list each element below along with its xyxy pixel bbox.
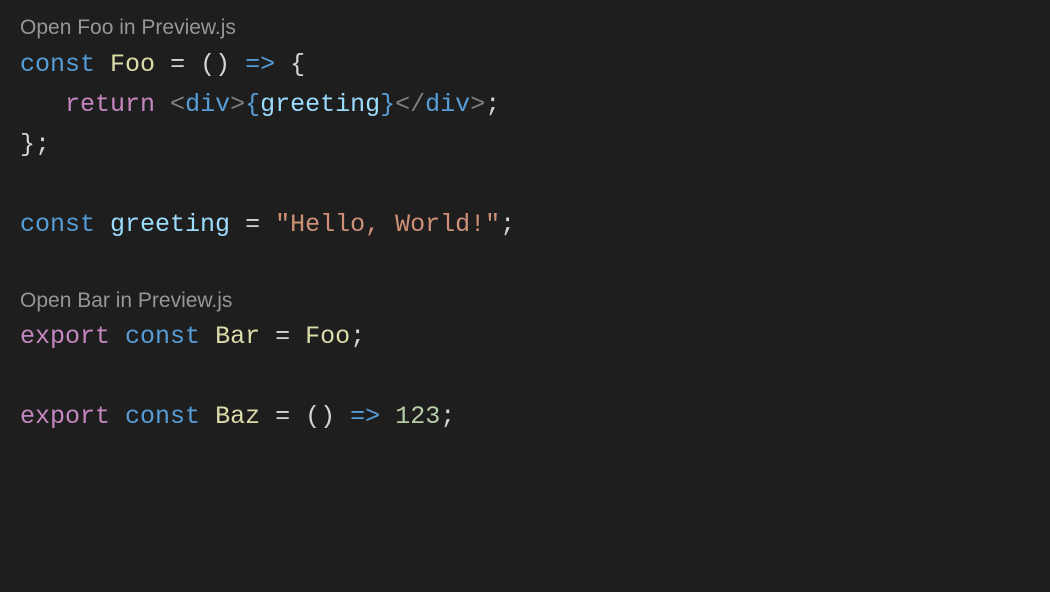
var-greeting-decl: greeting bbox=[110, 210, 230, 239]
blank-line bbox=[20, 245, 1030, 285]
parens: () bbox=[305, 402, 335, 431]
component-name-bar: Bar bbox=[215, 322, 260, 351]
indent bbox=[20, 90, 65, 119]
tag-close-lt: </ bbox=[395, 90, 425, 119]
codelens-open-bar[interactable]: Open Bar in Preview.js bbox=[20, 285, 1030, 318]
code-line-3[interactable]: }; bbox=[20, 125, 1030, 165]
semicolon: ; bbox=[485, 90, 500, 119]
space bbox=[110, 322, 125, 351]
tag-name-div: div bbox=[185, 90, 230, 119]
semicolon: ; bbox=[500, 210, 515, 239]
string-literal: "Hello, World!" bbox=[275, 210, 500, 239]
semicolon: ; bbox=[440, 402, 455, 431]
equals: = bbox=[170, 50, 185, 79]
space bbox=[260, 210, 275, 239]
space bbox=[230, 50, 245, 79]
keyword-export: export bbox=[20, 322, 110, 351]
component-name-baz: Baz bbox=[215, 402, 260, 431]
keyword-const: const bbox=[20, 50, 95, 79]
space bbox=[200, 402, 215, 431]
keyword-const: const bbox=[125, 402, 200, 431]
semicolon: ; bbox=[350, 322, 365, 351]
tag-open-gt: > bbox=[230, 90, 245, 119]
space bbox=[95, 210, 110, 239]
space bbox=[380, 402, 395, 431]
keyword-return: return bbox=[65, 90, 155, 119]
space bbox=[110, 402, 125, 431]
blank-line bbox=[20, 165, 1030, 205]
parens: () bbox=[200, 50, 230, 79]
number-literal: 123 bbox=[395, 402, 440, 431]
space bbox=[275, 50, 290, 79]
space bbox=[200, 322, 215, 351]
blank-line bbox=[20, 357, 1030, 397]
space bbox=[335, 402, 350, 431]
keyword-const: const bbox=[20, 210, 95, 239]
code-line-4[interactable]: const greeting = "Hello, World!"; bbox=[20, 205, 1030, 245]
tag-name-div: div bbox=[425, 90, 470, 119]
space bbox=[155, 90, 170, 119]
space bbox=[185, 50, 200, 79]
equals: = bbox=[275, 402, 290, 431]
space bbox=[95, 50, 110, 79]
keyword-const: const bbox=[125, 322, 200, 351]
space bbox=[290, 322, 305, 351]
equals: = bbox=[245, 210, 260, 239]
space bbox=[230, 210, 245, 239]
semicolon: ; bbox=[35, 130, 50, 159]
space bbox=[290, 402, 305, 431]
space bbox=[260, 402, 275, 431]
space bbox=[155, 50, 170, 79]
code-line-5[interactable]: export const Bar = Foo; bbox=[20, 317, 1030, 357]
brace-open: { bbox=[290, 50, 305, 79]
space bbox=[260, 322, 275, 351]
equals: = bbox=[275, 322, 290, 351]
codelens-open-foo[interactable]: Open Foo in Preview.js bbox=[20, 12, 1030, 45]
code-line-1[interactable]: const Foo = () => { bbox=[20, 45, 1030, 85]
brace-close: } bbox=[20, 130, 35, 159]
keyword-export: export bbox=[20, 402, 110, 431]
jsx-brace-open: { bbox=[245, 90, 260, 119]
arrow: => bbox=[245, 50, 275, 79]
var-greeting-ref: greeting bbox=[260, 90, 380, 119]
code-line-2[interactable]: return <div>{greeting}</div>; bbox=[20, 85, 1030, 125]
tag-open-lt: < bbox=[170, 90, 185, 119]
tag-close-gt: > bbox=[470, 90, 485, 119]
component-name-foo-ref: Foo bbox=[305, 322, 350, 351]
arrow: => bbox=[350, 402, 380, 431]
jsx-brace-close: } bbox=[380, 90, 395, 119]
component-name-foo: Foo bbox=[110, 50, 155, 79]
code-line-6[interactable]: export const Baz = () => 123; bbox=[20, 397, 1030, 437]
